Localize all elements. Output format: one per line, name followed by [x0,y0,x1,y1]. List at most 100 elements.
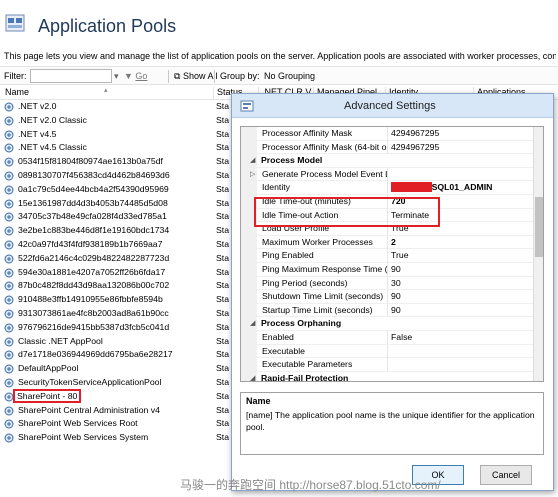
pool-row[interactable]: 42c0a97fd43f4fdf938189b1b7669aa7 Sta [0,238,230,252]
pool-row[interactable]: 9313073861ae4fc8b2003ad8a61b90cc Sta [0,307,230,321]
property-row[interactable]: Ping Enabled True [241,249,543,263]
pool-status: Sta [216,280,230,291]
property-category[interactable]: ◢ Process Orphaning [241,317,543,331]
pool-row[interactable]: SharePoint Web Services System Sta [0,431,230,445]
app-pool-icon [4,102,14,112]
property-value[interactable]: 4294967295 [387,140,439,154]
pools-list: .NET v2.0 Sta .NET v2.0 Classic Sta .NET v4.… [0,100,230,445]
app-pool-icon [4,116,14,126]
go-button[interactable]: ▼ Go [124,71,147,81]
pool-row[interactable]: .NET v4.5 Sta [0,128,230,142]
pool-row[interactable]: .NET v4.5 Classic Sta [0,141,230,155]
property-value[interactable]: 2 [387,235,396,249]
pool-row[interactable]: 87b0c482f8dd43d98aa132086b00c702 Sta [0,279,230,293]
pool-row[interactable]: .NET v2.0 Sta [0,100,230,114]
pool-row[interactable]: SharePoint Web Services Root Sta [0,417,230,431]
pool-name: .NET v2.0 Classic [18,114,87,125]
pool-row[interactable]: d7e1718e036944969dd6795ba6e28217 Sta [0,348,230,362]
pool-row[interactable]: 594e30a1881e4207a7052ff26b6fda17 Sta [0,266,230,280]
property-value[interactable] [387,167,391,181]
property-row[interactable]: Identity XXXXXXXSQL01_ADMIN [241,181,543,195]
property-value[interactable]: 30 [387,276,401,290]
collapse-arrow-icon[interactable]: ◢ [250,319,255,327]
pool-status: Sta [216,114,230,125]
collapse-arrow-icon[interactable]: ◢ [250,156,255,164]
property-value[interactable] [387,344,391,358]
pool-row[interactable]: 3e2be1c883be446d8f1e19160bdc1734 Sta [0,224,230,238]
property-value[interactable]: 90 [387,263,401,276]
pool-row[interactable]: 0898130707f456383cd4d462b84693d6 Sta [0,169,230,183]
property-name: Executable Parameters [262,359,353,370]
pool-row[interactable]: 522fd6a2146c4c029b4822482287723d Sta [0,252,230,266]
property-row[interactable]: Shutdown Time Limit (seconds) 90 [241,290,543,304]
property-value[interactable] [387,358,391,372]
show-all-button[interactable]: ⧉ Show All [174,71,217,82]
app-pool-icon [4,254,14,264]
pool-row[interactable]: 0534f15f81804f80974ae1613b0a75df Sta [0,155,230,169]
collapse-arrow-icon[interactable]: ◢ [250,374,255,381]
pool-name: d7e1718e036944969dd6795ba6e28217 [18,349,173,360]
property-grid-scrollbar[interactable] [533,127,543,381]
app-pool-icon [4,433,14,443]
app-pool-icon [4,350,14,360]
property-row[interactable]: Ping Period (seconds) 30 [241,276,543,291]
pool-name: .NET v4.5 Classic [18,142,87,153]
app-pool-icon [4,392,14,402]
pool-row[interactable]: .NET v2.0 Classic Sta [0,114,230,128]
pool-row[interactable]: SecurityTokenServiceApplicationPool Sta [0,376,230,390]
property-value[interactable]: 4294967295 [387,127,439,140]
pool-row[interactable]: 0a1c79c5d4ee44bcb4a2f54390d95969 Sta [0,183,230,197]
property-name: Shutdown Time Limit (seconds) [262,291,384,302]
property-row[interactable]: Ping Maximum Response Time (90 [241,263,543,277]
page-description: This page lets you view and manage the l… [4,51,556,61]
group-by-select[interactable]: No Grouping [264,71,315,81]
property-value[interactable]: True [387,249,409,263]
pool-name: 0898130707f456383cd4d462b84693d6 [18,169,170,180]
property-name: Processor Affinity Mask [262,128,353,138]
property-row[interactable]: Executable Parameters [241,358,543,372]
pool-status: Sta [216,418,230,429]
pool-row[interactable]: DefaultAppPool Sta [0,362,230,376]
filter-dropdown-icon[interactable]: ▾ [114,71,119,82]
pool-row[interactable]: Classic .NET AppPool Sta [0,335,230,349]
property-name: Rapid-Fail Protection [261,372,349,382]
filter-input[interactable] [30,69,112,83]
app-pool-icon [4,240,14,250]
property-row[interactable]: Enabled False [241,331,543,345]
pool-row[interactable]: SharePoint Central Administration v4 Sta [0,404,230,418]
property-category[interactable]: ◢ Rapid-Fail Protection [241,372,543,382]
app-pool-icon [4,281,14,291]
pool-name: 522fd6a2146c4c029b4822482287723d [18,252,170,263]
property-row[interactable]: ▷ Generate Process Model Event L [241,167,543,182]
pool-status: Sta [216,183,230,194]
property-category[interactable]: ◢ Process Model [241,154,543,168]
expand-arrow-icon[interactable]: ▷ [250,170,255,178]
app-pool-icon [4,157,14,167]
page-title: Application Pools [38,16,177,36]
pool-status: Sta [216,101,230,111]
app-pool-icon [4,337,14,347]
property-value[interactable]: 90 [387,290,401,304]
pool-row[interactable]: 15e1361987dd4d3b4053b74485d5d08 Sta [0,197,230,211]
property-value[interactable]: XXXXXXXSQL01_ADMIN [387,181,492,195]
scrollbar-thumb[interactable] [535,197,543,257]
property-row[interactable]: Startup Time Limit (seconds) 90 [241,303,543,318]
dialog-titlebar[interactable]: Advanced Settings [232,94,553,118]
property-row[interactable]: Maximum Worker Processes 2 [241,235,543,250]
pool-row[interactable]: 910488e3ffb14910955e86fbbfe8594b Sta [0,293,230,307]
pool-row[interactable]: SharePoint - 80 Sta [0,388,230,404]
cancel-button[interactable]: Cancel [480,465,532,485]
property-row[interactable]: Processor Affinity Mask (64-bit o 4294967… [241,140,543,155]
pool-name: SharePoint - 80 [12,388,82,403]
app-pool-icon [4,185,14,195]
property-value[interactable]: 90 [387,303,401,317]
app-pool-icon [4,226,14,236]
property-name: Executable [262,345,305,356]
pool-status: Sta [216,349,230,360]
property-value[interactable]: False [387,331,412,344]
pool-row[interactable]: 976796216de9415bb5387d3fcb5c041d Sta [0,321,230,335]
property-row[interactable]: Processor Affinity Mask 4294967295 [241,127,543,141]
property-row[interactable]: Executable [241,344,543,359]
pool-row[interactable]: 34705c37b48e49cfa028f4d33ed785a1 Sta [0,210,230,224]
idle-timeout-highlight [254,197,440,227]
